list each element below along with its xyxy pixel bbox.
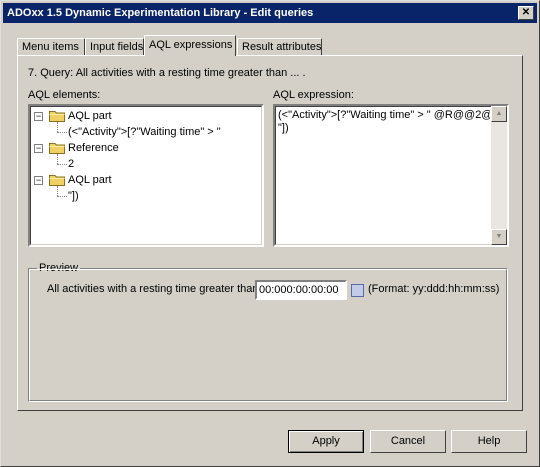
vertical-scrollbar[interactable]: ▲ ▼ [491,106,507,245]
tab-result-attributes[interactable]: Result attributes [237,38,322,56]
tree-node-reference[interactable]: Reference [68,140,119,156]
edit-queries-dialog: ADOxx 1.5 Dynamic Experimentation Librar… [0,0,540,467]
scroll-up-icon[interactable]: ▲ [491,106,507,122]
preview-group: Preview All activities with a resting ti… [28,262,508,402]
aql-elements-tree[interactable]: − AQL part (<"Activity">[?"Waiting time"… [28,104,264,247]
close-button[interactable]: ✕ [518,6,534,20]
collapse-icon[interactable]: − [34,176,43,185]
tab-input-fields[interactable]: Input fields [85,38,144,56]
time-picker-icon[interactable] [351,284,364,297]
tab-aql-expressions[interactable]: AQL expressions [144,35,236,56]
collapse-icon[interactable]: − [34,144,43,153]
tree-node-aql-part[interactable]: AQL part [68,172,112,188]
tree-connector [57,122,58,132]
preview-prompt: All activities with a resting time great… [47,283,259,295]
format-hint-text: (Format: yy:ddd:hh:mm:ss) [368,283,500,295]
aql-expression-line-1: (<"Activity">[?"Waiting time" > " @R@@2@ [278,109,490,121]
window-title: ADOxx 1.5 Dynamic Experimentation Librar… [7,7,314,19]
tree-leaf-reference-value[interactable]: 2 [68,156,74,172]
folder-icon [49,175,65,186]
tree-leaf-aql-text[interactable]: (<"Activity">[?"Waiting time" > " [68,124,221,140]
aql-expressions-panel: 7. Query: All activities with a resting … [17,55,523,411]
resting-time-input[interactable] [255,280,347,300]
tree-connector [57,164,67,165]
tab-menu-items[interactable]: Menu items [17,38,85,56]
aql-expression-line-2: "]) [278,122,289,134]
scroll-down-icon[interactable]: ▼ [491,229,507,245]
tree-node-aql-part[interactable]: AQL part [68,108,112,124]
folder-icon [49,143,65,154]
help-button[interactable]: Help [451,430,527,453]
collapse-icon[interactable]: − [34,112,43,121]
title-bar: ADOxx 1.5 Dynamic Experimentation Librar… [3,3,537,23]
query-label: 7. Query: All activities with a resting … [28,67,306,79]
tree-connector [57,186,58,196]
preview-legend: Preview [37,262,81,274]
aql-expression-label: AQL expression: [273,89,354,101]
tree-connector [57,196,67,197]
cancel-button[interactable]: Cancel [370,430,446,453]
tree-connector [57,154,58,164]
tree-leaf-aql-text[interactable]: "]) [68,188,79,204]
tree-connector [57,132,67,133]
folder-icon [49,111,65,122]
apply-button[interactable]: Apply [288,430,364,453]
aql-elements-label: AQL elements: [28,89,101,101]
format-hint: (Format: yy:ddd:hh:mm:ss) [368,283,499,295]
aql-expression-textarea[interactable]: (<"Activity">[?"Waiting time" > " @R@@2@… [273,104,509,247]
